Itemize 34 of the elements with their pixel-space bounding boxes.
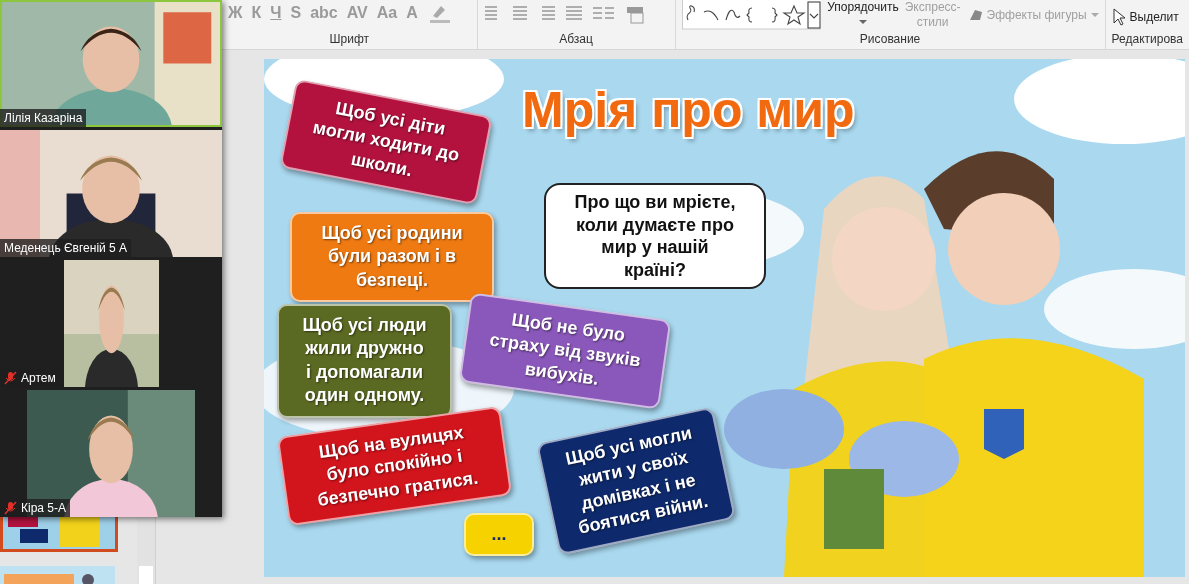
- participant-name: Меденець Євгеній 5 А: [0, 239, 132, 257]
- group-label: Рисование: [858, 32, 922, 46]
- wish-card: Щоб усі родини були разом і в безпеці.: [290, 212, 494, 303]
- muted-microphone-icon: [4, 371, 17, 385]
- font-tool[interactable]: AV: [346, 4, 368, 22]
- muted-microphone-icon: [4, 501, 17, 515]
- wish-card: ...: [464, 513, 534, 557]
- group-label: Абзац: [558, 32, 594, 46]
- quick-styles-button[interactable]: Экспресс- стили: [904, 0, 961, 30]
- shape-effects-button[interactable]: Эффекты фигуры: [966, 8, 1099, 22]
- arrange-button[interactable]: Упорядочить: [827, 0, 899, 14]
- cursor-icon: [1111, 8, 1126, 26]
- font-tool[interactable]: Ж: [228, 4, 243, 22]
- wish-card: Щоб усі люди жили дружно і допомагали один одному.: [277, 304, 452, 418]
- caret-icon: [859, 20, 867, 25]
- select-button[interactable]: Выделит: [1111, 8, 1183, 26]
- font-tool[interactable]: К: [251, 4, 262, 22]
- font-tool[interactable]: Aa: [376, 4, 398, 22]
- shape-gallery[interactable]: [681, 0, 822, 30]
- caret-icon: [1090, 12, 1099, 18]
- font-tool[interactable]: S: [290, 4, 302, 22]
- font-tool[interactable]: abc: [310, 4, 338, 22]
- columns-icon[interactable]: [591, 6, 616, 20]
- speech-bubble: Про що ви мрієте, коли думаєте про мир у нашій країні?: [544, 183, 766, 289]
- group-label: Редактирова: [1111, 32, 1183, 46]
- font-tool[interactable]: A: [406, 4, 418, 22]
- align-icon[interactable]: [510, 6, 529, 20]
- participant-name: Кіра 5-А: [0, 499, 70, 517]
- participant-name: Лілія Казаріна: [0, 109, 87, 127]
- font-tool[interactable]: Ч: [270, 4, 282, 22]
- slide-title: Мрія про мир: [522, 81, 855, 139]
- scrollbar-thumb[interactable]: [139, 566, 153, 584]
- align-icon[interactable]: [564, 6, 583, 20]
- group-label: Шрифт: [328, 32, 370, 46]
